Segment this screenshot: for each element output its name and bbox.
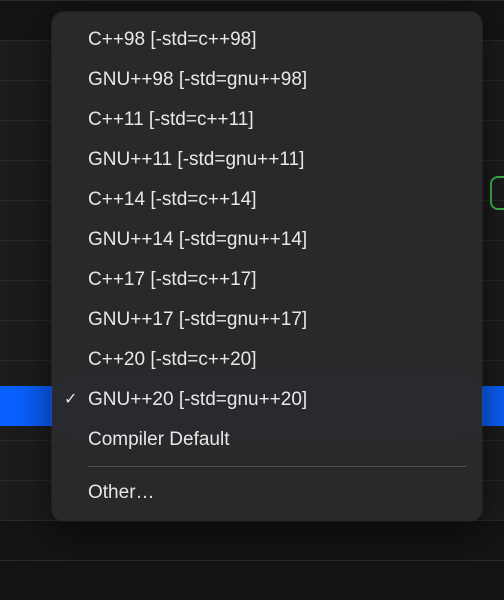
menu-item-label: C++17 [-std=c++17] <box>88 266 466 294</box>
menu-item-label: GNU++98 [-std=gnu++98] <box>88 66 466 94</box>
menu-item-other[interactable]: Other… <box>52 473 482 513</box>
check-icon: ✓ <box>64 386 88 414</box>
green-outline-fragment <box>490 176 504 210</box>
menu-item-gnu20[interactable]: ✓ GNU++20 [-std=gnu++20] <box>52 380 482 420</box>
menu-item-label: GNU++20 [-std=gnu++20] <box>88 386 466 414</box>
menu-item-label: Compiler Default <box>88 426 466 454</box>
menu-item-gnu14[interactable]: GNU++14 [-std=gnu++14] <box>52 220 482 260</box>
menu-item-label: GNU++11 [-std=gnu++11] <box>88 146 466 174</box>
menu-item-label: C++14 [-std=c++14] <box>88 186 466 214</box>
menu-separator <box>88 466 466 467</box>
menu-item-cpp20[interactable]: C++20 [-std=c++20] <box>52 340 482 380</box>
menu-item-gnu17[interactable]: GNU++17 [-std=gnu++17] <box>52 300 482 340</box>
menu-item-label: C++20 [-std=c++20] <box>88 346 466 374</box>
menu-item-gnu11[interactable]: GNU++11 [-std=gnu++11] <box>52 140 482 180</box>
menu-item-cpp17[interactable]: C++17 [-std=c++17] <box>52 260 482 300</box>
menu-item-label: GNU++17 [-std=gnu++17] <box>88 306 466 334</box>
menu-item-gnu98[interactable]: GNU++98 [-std=gnu++98] <box>52 60 482 100</box>
menu-item-label: C++98 [-std=c++98] <box>88 26 466 54</box>
menu-item-label: Other… <box>88 479 466 507</box>
menu-item-label: GNU++14 [-std=gnu++14] <box>88 226 466 254</box>
menu-item-compiler-default[interactable]: Compiler Default <box>52 420 482 460</box>
menu-item-cpp11[interactable]: C++11 [-std=c++11] <box>52 100 482 140</box>
menu-item-label: C++11 [-std=c++11] <box>88 106 466 134</box>
menu-item-cpp98[interactable]: C++98 [-std=c++98] <box>52 20 482 60</box>
menu-item-cpp14[interactable]: C++14 [-std=c++14] <box>52 180 482 220</box>
dropdown-menu: C++98 [-std=c++98] GNU++98 [-std=gnu++98… <box>52 12 482 521</box>
